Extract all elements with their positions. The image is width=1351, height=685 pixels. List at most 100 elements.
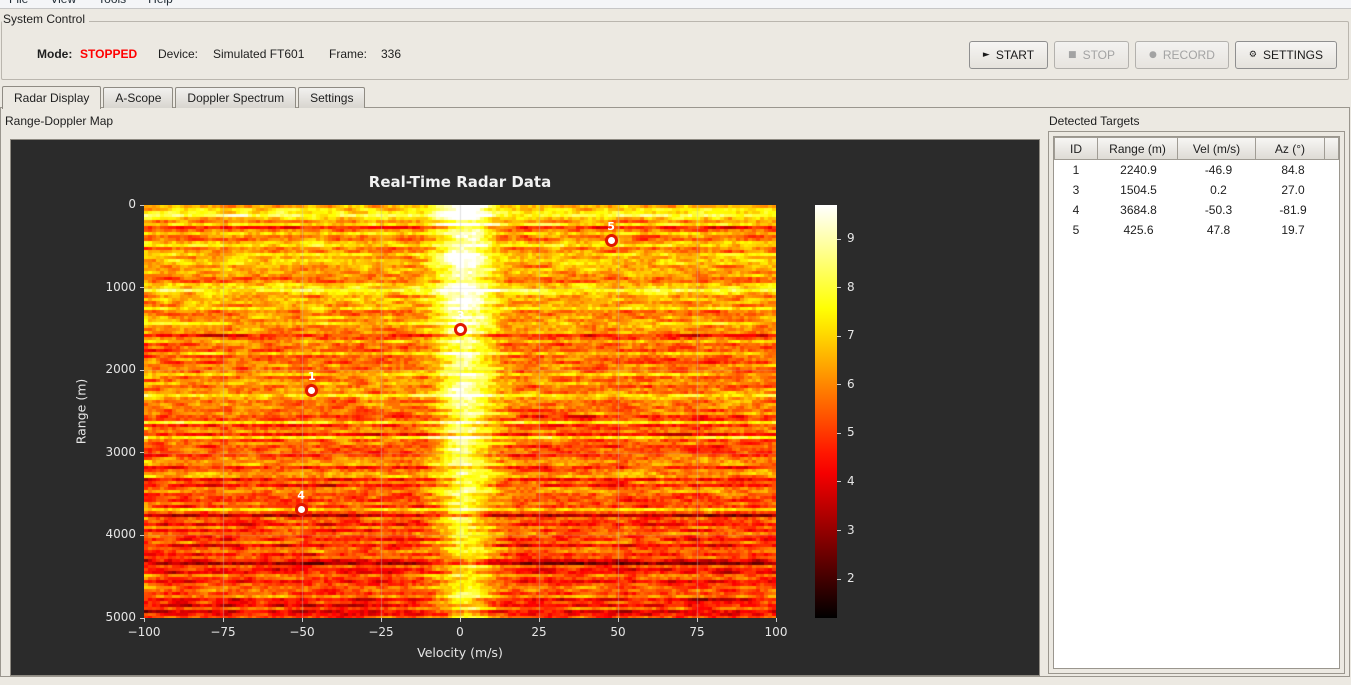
menu-items: File View Tools Help — [5, 0, 177, 6]
column-header-az[interactable]: Az (°) — [1255, 137, 1325, 160]
table-row[interactable]: 5 425.6 47.8 19.7 — [1054, 220, 1339, 240]
table-cell: 2240.9 — [1120, 163, 1157, 177]
colorbar-tick-label: 5 — [847, 425, 855, 440]
y-tick-mark — [140, 452, 144, 454]
frame-label: Frame: — [329, 47, 368, 61]
colorbar — [815, 205, 837, 618]
colorbar-tick-mark — [837, 335, 841, 337]
column-header-filler — [1324, 137, 1339, 160]
x-tick-mark — [380, 618, 382, 622]
target-marker-label: 4 — [297, 489, 305, 503]
device-value: Simulated FT601 — [213, 47, 305, 61]
record-button-label: RECORD — [1162, 48, 1215, 62]
table-cell: 84.8 — [1281, 163, 1305, 177]
x-tick-label: −75 — [210, 625, 236, 639]
table-cell: -81.9 — [1279, 203, 1307, 217]
record-icon: ● — [1149, 49, 1157, 60]
colorbar-tick-mark — [837, 578, 841, 580]
colorbar-tick-label: 3 — [847, 522, 855, 537]
record-button[interactable]: ● RECORD — [1135, 41, 1229, 69]
table-cell: 19.7 — [1281, 223, 1305, 237]
y-tick-mark — [140, 369, 144, 371]
x-tick-label: 50 — [610, 625, 626, 639]
table-cell: 3 — [1072, 183, 1080, 197]
stop-button-label: STOP — [1082, 48, 1116, 62]
menu-item-view[interactable]: View — [46, 0, 80, 6]
colorbar-tick-label: 4 — [847, 473, 855, 488]
menu-item-tools[interactable]: Tools — [94, 0, 130, 6]
colorbar-tick-mark — [837, 530, 841, 532]
target-marker-3 — [454, 322, 468, 336]
detected-targets-title: Detected Targets — [1048, 114, 1144, 128]
column-header-vel-m-s[interactable]: Vel (m/s) — [1177, 137, 1256, 160]
y-tick-label: 0 — [128, 197, 136, 211]
colorbar-tick-mark — [837, 384, 841, 386]
gear-icon: ⚙ — [1248, 49, 1257, 60]
detected-targets-frame: ID Range (m) Vel (m/s) Az (°) 1 2240.9 -46.9 8… — [1048, 131, 1345, 674]
column-header-range-m[interactable]: Range (m) — [1097, 137, 1178, 160]
table-cell: 47.8 — [1206, 223, 1231, 237]
y-tick-mark — [140, 204, 144, 206]
menu-item-file[interactable]: File — [5, 0, 32, 6]
frame-value: 336 — [381, 47, 402, 61]
plot-title: Real-Time Radar Data — [368, 173, 552, 191]
column-header-id[interactable]: ID — [1054, 137, 1098, 160]
play-icon: ► — [982, 49, 990, 60]
y-tick-label: 1000 — [105, 279, 136, 294]
colorbar-tick-label: 6 — [847, 376, 855, 391]
y-tick-label: 3000 — [105, 444, 136, 459]
stop-button[interactable]: ■ STOP — [1054, 41, 1130, 69]
x-tick-label: 25 — [531, 625, 547, 639]
colorbar-tick-mark — [837, 238, 841, 240]
tab-a-scope[interactable]: A-Scope — [103, 87, 174, 108]
table-cell: 27.0 — [1281, 183, 1305, 197]
tab-bar: Radar Display A-Scope Doppler Spectrum Sett… — [2, 85, 367, 109]
x-axis-label: Velocity (m/s) — [417, 645, 503, 660]
range-doppler-map-title: Range-Doppler Map — [4, 114, 118, 128]
range-doppler-plot: Real-Time Radar Data Velocity (m/s) Rang… — [10, 139, 1040, 676]
table-cell: 425.6 — [1123, 223, 1154, 237]
mode-label: Mode: — [37, 47, 73, 61]
table-cell: 1 — [1072, 163, 1080, 177]
table-header-row: ID Range (m) Vel (m/s) Az (°) — [1054, 137, 1339, 160]
y-tick-mark — [140, 617, 144, 619]
x-tick-label: −100 — [127, 625, 161, 639]
settings-button[interactable]: ⚙ SETTINGS — [1234, 41, 1337, 69]
tab-doppler-spectrum[interactable]: Doppler Spectrum — [175, 87, 297, 108]
x-tick-mark — [301, 618, 303, 622]
x-tick-label: −25 — [368, 625, 394, 639]
radar-app-window: File View Tools Help System Control Mode: S… — [0, 0, 1351, 685]
table-row[interactable]: 3 1504.5 0.2 27.0 — [1054, 180, 1339, 200]
target-marker-label: 5 — [607, 220, 615, 234]
y-tick-mark — [140, 534, 144, 536]
table-cell: 0.2 — [1210, 183, 1227, 197]
stop-icon: ■ — [1068, 49, 1077, 60]
table-cell: 3684.8 — [1120, 203, 1157, 217]
table-cell: 4 — [1072, 203, 1080, 217]
tab-settings[interactable]: Settings — [298, 87, 366, 108]
table-row[interactable]: 1 2240.9 -46.9 84.8 — [1054, 160, 1339, 180]
x-tick-label: −50 — [289, 625, 315, 639]
tab-radar-display[interactable]: Radar Display — [2, 86, 102, 109]
colorbar-tick-label: 2 — [847, 571, 855, 586]
x-tick-mark — [775, 618, 777, 622]
start-button-label: START — [995, 48, 1035, 62]
colorbar-tick-label: 7 — [847, 328, 855, 343]
target-marker-4 — [294, 502, 308, 516]
device-label: Device: — [158, 47, 199, 61]
x-tick-label: 75 — [689, 625, 705, 639]
x-tick-mark — [459, 618, 461, 622]
toolbar-buttons: ► START ■ STOP ● RECORD ⚙ SETTINGS — [968, 41, 1337, 69]
table-cell: 5 — [1072, 223, 1080, 237]
start-button[interactable]: ► START — [968, 41, 1049, 69]
x-tick-label: 100 — [764, 625, 788, 639]
y-tick-label: 2000 — [105, 362, 136, 377]
mode-value: STOPPED — [80, 47, 138, 61]
target-marker-label: 3 — [456, 309, 465, 323]
table-row[interactable]: 4 3684.8 -50.3 -81.9 — [1054, 200, 1339, 220]
y-tick-label: 4000 — [105, 527, 136, 542]
x-tick-mark — [617, 618, 619, 622]
menu-item-help[interactable]: Help — [144, 0, 177, 6]
system-control-group-title: System Control — [2, 12, 90, 26]
x-tick-label: 0 — [456, 625, 464, 639]
